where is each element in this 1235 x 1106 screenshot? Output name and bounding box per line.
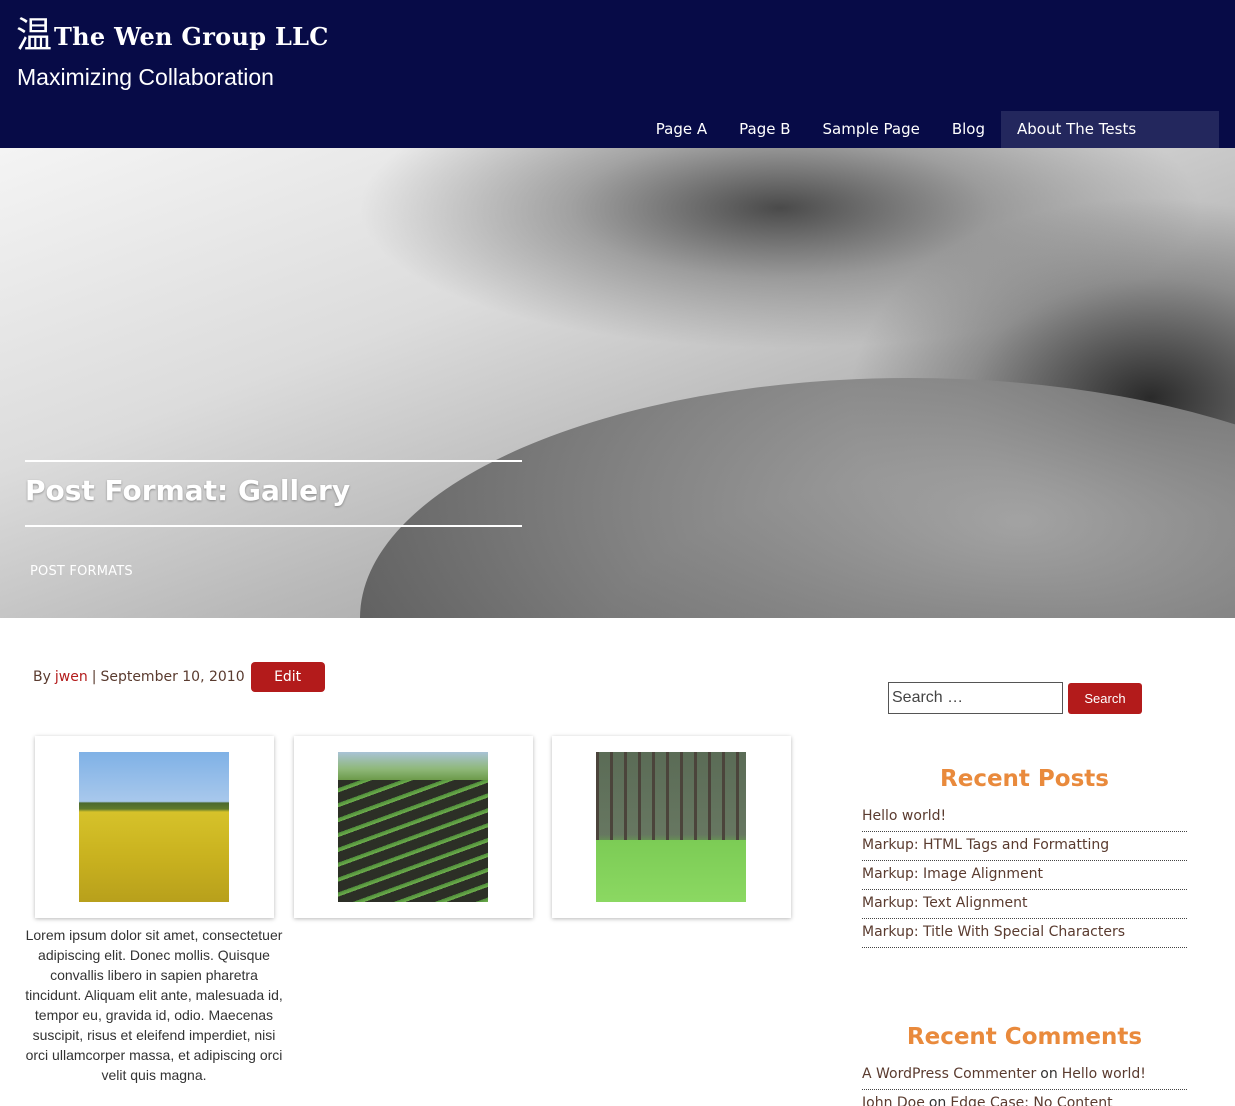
list-item: Markup: Text Alignment <box>862 890 1187 919</box>
gallery-image-canola-field[interactable] <box>79 752 229 902</box>
list-item: A WordPress Commenter on Hello world! <box>862 1061 1187 1090</box>
main-nav: Page A Page B Sample Page Blog About The… <box>640 111 1219 148</box>
recent-post-link[interactable]: Markup: Image Alignment <box>862 866 1043 882</box>
site-tagline: Maximizing Collaboration <box>17 64 274 90</box>
by-label: By <box>33 669 51 685</box>
hero-background-image <box>360 378 1235 618</box>
nav-item-blog[interactable]: Blog <box>936 111 1001 148</box>
nav-item-sample-page[interactable]: Sample Page <box>807 111 936 148</box>
list-item: John Doe on Edge Case: No Content <box>862 1090 1187 1106</box>
title-divider-top <box>25 460 522 462</box>
post-meta: By jwen | September 10, 2010 Edit <box>33 662 325 692</box>
post-title: Post Format: Gallery <box>25 474 351 507</box>
on-label: on <box>1040 1066 1058 1082</box>
gallery-image-grass <box>596 840 746 902</box>
gallery-image-sky <box>338 752 488 780</box>
search-input[interactable] <box>888 682 1063 714</box>
search-form: Search <box>888 682 1142 714</box>
list-item: Markup: Title With Special Characters <box>862 919 1187 948</box>
on-label: on <box>928 1095 947 1106</box>
list-item: Markup: HTML Tags and Formatting <box>862 832 1187 861</box>
list-item: Hello world! <box>862 803 1187 832</box>
recent-post-link[interactable]: Markup: Text Alignment <box>862 895 1028 911</box>
comment-post-link[interactable]: Hello world! <box>1062 1066 1146 1082</box>
recent-post-link[interactable]: Hello world! <box>862 808 946 824</box>
site-branding[interactable]: 温 The Wen Group LLC <box>16 16 329 56</box>
recent-posts-title: Recent Posts <box>940 766 1109 792</box>
recent-post-link[interactable]: Markup: HTML Tags and Formatting <box>862 837 1109 853</box>
gallery-item[interactable] <box>552 736 791 918</box>
search-button[interactable]: Search <box>1068 682 1142 714</box>
meta-separator: | <box>91 669 97 685</box>
author-link[interactable]: jwen <box>55 669 88 685</box>
gallery-image-crop-rows[interactable] <box>338 752 488 902</box>
gallery-image-forest[interactable] <box>596 752 746 902</box>
list-item: Markup: Image Alignment <box>862 861 1187 890</box>
recent-comments-list: A WordPress Commenter on Hello world! John… <box>862 1061 1187 1106</box>
comment-author-link[interactable]: John Doe <box>862 1095 925 1106</box>
edit-button[interactable]: Edit <box>250 662 325 692</box>
nav-item-page-b[interactable]: Page B <box>723 111 806 148</box>
nav-item-page-a[interactable]: Page A <box>640 111 723 148</box>
gallery-item[interactable] <box>294 736 533 918</box>
recent-post-link[interactable]: Markup: Title With Special Characters <box>862 924 1125 940</box>
recent-comments-title: Recent Comments <box>906 1024 1143 1050</box>
post-category-link[interactable]: POST FORMATS <box>30 564 133 579</box>
gallery-caption: Lorem ipsum dolor sit amet, consectetuer… <box>25 927 283 1083</box>
recent-posts-list: Hello world! Markup: HTML Tags and Forma… <box>862 803 1187 948</box>
logo[interactable]: 温 <box>16 16 52 56</box>
gallery-item[interactable] <box>35 736 274 918</box>
comment-post-link[interactable]: Edge Case: No Content <box>950 1095 1112 1106</box>
title-divider-bottom <box>25 525 522 527</box>
nav-item-about-the-tests[interactable]: About The Tests <box>1001 111 1219 148</box>
site-header: 温 The Wen Group LLC Maximizing Collabora… <box>0 0 1235 148</box>
post-date: September 10, 2010 <box>100 669 245 685</box>
comment-author-link[interactable]: A WordPress Commenter <box>862 1066 1036 1082</box>
site-title[interactable]: The Wen Group LLC <box>54 22 329 51</box>
hero-banner: Post Format: Gallery POST FORMATS <box>0 148 1235 618</box>
